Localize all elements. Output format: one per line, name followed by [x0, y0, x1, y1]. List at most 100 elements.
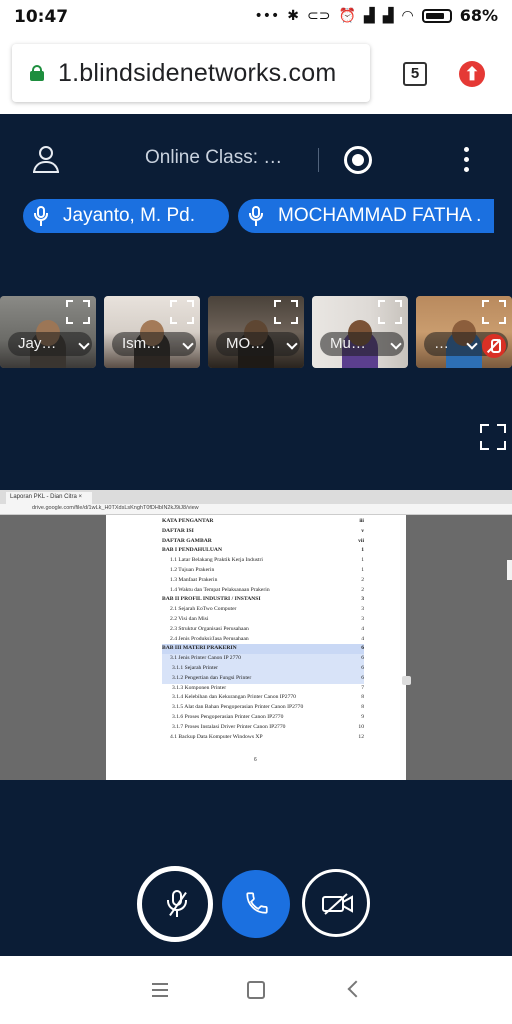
record-icon[interactable]	[344, 146, 372, 174]
alarm-icon: ⏰	[338, 7, 356, 24]
fullscreen-icon[interactable]	[482, 300, 506, 324]
toc-row: BAB III MATERI PRAKERIN 6	[162, 644, 364, 655]
toc-page: 6	[361, 645, 364, 652]
toc-page: 9	[361, 713, 364, 720]
video-tile[interactable]: Mu…	[312, 296, 408, 368]
fullscreen-icon[interactable]	[170, 300, 194, 324]
toc-row: KATA PENGANTAR iii	[162, 517, 364, 527]
toc-row: 3.1.1 Sejarah Printer 6	[162, 663, 364, 674]
more-options-icon[interactable]	[462, 147, 470, 175]
toc-page: 1	[361, 547, 364, 554]
toc-label: DAFTAR GAMBAR	[162, 537, 212, 544]
video-tile[interactable]: …	[416, 296, 512, 368]
back-icon[interactable]	[347, 980, 365, 998]
toc-page: 3	[361, 596, 364, 603]
toc-page: 6	[361, 664, 364, 671]
recent-apps-icon[interactable]	[152, 983, 168, 997]
toc-label: 2.2 Visi dan Misi	[170, 615, 209, 622]
fullscreen-icon[interactable]	[274, 300, 298, 324]
toc-row: BAB II PROFIL INDUSTRI / INSTANSI 3	[162, 595, 364, 605]
toc-row: 2.1 Sejarah EoTwo Computer 3	[162, 605, 364, 615]
toc-row: 2.4 Jenis Produksi/Jasa Perusahaan 4	[162, 635, 364, 645]
toc-row: 3.1.4 Kelebihan dan Kekurangan Printer C…	[162, 693, 364, 703]
toc-row: 1.1 Latar Belakang Praktik Kerja Industr…	[162, 556, 364, 566]
browser-toolbar: 1.blindsidenetworks.com 5 ⬆	[0, 34, 512, 114]
home-icon[interactable]	[247, 981, 265, 999]
video-tile[interactable]: Jay…	[0, 296, 96, 368]
table-of-contents: KATA PENGANTAR iii DAFTAR ISI v DAFTAR GAMBA…	[162, 517, 364, 742]
scrollbar	[507, 560, 512, 580]
page-number: 6	[254, 757, 257, 763]
toc-label: 3.1.4 Kelebihan dan Kekurangan Printer C…	[172, 694, 296, 701]
toc-row: 3.1.6 Proses Pengoperasian Printer Canon…	[162, 713, 364, 723]
toc-page: 6	[361, 674, 364, 681]
toc-label: 4.1 Backup Data Komputer Windows XP	[170, 733, 263, 740]
talker-name: Jayanto, M. Pd.	[63, 205, 196, 226]
signal-icon: ▟	[382, 7, 394, 24]
fullscreen-icon[interactable]	[378, 300, 402, 324]
talker-indicator[interactable]: MOCHAMMAD FATHA .	[238, 199, 494, 233]
mic-off-icon	[166, 890, 188, 920]
toc-page: 4	[361, 625, 364, 632]
toc-page: 1	[361, 566, 364, 573]
document-page: KATA PENGANTAR iii DAFTAR ISI v DAFTAR GAMBA…	[106, 515, 406, 780]
video-tile[interactable]: MO…	[208, 296, 304, 368]
toc-page: 6	[361, 655, 364, 662]
wifi-icon: ◠	[401, 7, 414, 24]
toc-label: 1.2 Tujuan Prakerin	[170, 566, 215, 573]
talker-indicator[interactable]: Jayanto, M. Pd.	[23, 199, 229, 233]
toc-row: 1.2 Tujuan Prakerin 1	[162, 566, 364, 576]
toc-page: 3	[361, 615, 364, 622]
mic-icon	[33, 205, 49, 227]
battery-percent: 68%	[459, 6, 498, 25]
upload-arrow-icon[interactable]: ⬆	[459, 61, 485, 87]
status-bar: 10:47 ••• ✱ ⊂⊃ ⏰ ▟ ▟ ◠ 68%	[0, 0, 512, 34]
toc-label: 3.1.3 Komponen Printer	[172, 684, 227, 691]
toc-page: iii	[359, 518, 364, 524]
talker-name: MOCHAMMAD FATHA .	[278, 205, 482, 226]
toc-page: 3	[361, 606, 364, 613]
toc-row: DAFTAR ISI v	[162, 527, 364, 537]
toc-row: 3.1.7 Proses Instalasi Driver Printer Ca…	[162, 723, 364, 733]
more-dots-icon: •••	[254, 7, 280, 24]
toggle-icon: ⊂⊃	[307, 7, 331, 24]
toc-row: DAFTAR GAMBAR vii	[162, 537, 364, 547]
fullscreen-icon[interactable]	[66, 300, 90, 324]
address-bar[interactable]: 1.blindsidenetworks.com	[12, 44, 370, 102]
camera-off-icon	[322, 893, 353, 915]
status-time: 10:47	[14, 7, 69, 27]
shared-browser-tabs: Laporan PKL - Dian Citra ×	[0, 490, 512, 504]
toc-label: 3.1 Jenis Printer Canon IP 2770	[170, 655, 241, 662]
call-controls	[0, 866, 512, 942]
toc-label: 1.4 Waktu dan Tempat Pelaksanaan Prakeri…	[170, 586, 270, 593]
presentation-fullscreen-icon[interactable]	[480, 424, 506, 450]
video-tile[interactable]: Ism…	[104, 296, 200, 368]
toc-label: BAB III MATERI PRAKERIN	[162, 645, 237, 652]
mute-button[interactable]	[137, 866, 213, 942]
toc-page: 2	[361, 576, 364, 583]
toc-label: KATA PENGANTAR	[162, 518, 214, 524]
toc-page: 8	[361, 704, 364, 711]
screenshare-area[interactable]: Laporan PKL - Dian Citra × drive.google.…	[0, 490, 512, 780]
toc-row: 3.1.3 Komponen Printer 7	[162, 684, 364, 694]
toc-page: 2	[361, 586, 364, 593]
mic-icon	[248, 205, 264, 227]
toc-page: 10	[358, 723, 364, 730]
user-list-icon[interactable]	[33, 146, 59, 174]
toc-label: 2.1 Sejarah EoTwo Computer	[170, 606, 237, 613]
toc-label: 3.1.7 Proses Instalasi Driver Printer Ca…	[172, 723, 286, 730]
signal-icon: ▟	[363, 7, 375, 24]
toc-row: 3.1.5 Alat dan Bahan Pengoperasian Print…	[162, 703, 364, 713]
toc-row: 3.1 Jenis Printer Canon IP 2770 6	[162, 654, 364, 664]
leave-audio-button[interactable]	[222, 870, 290, 938]
toc-label: 3.1.1 Sejarah Printer	[172, 664, 218, 671]
toc-label: 3.1.6 Proses Pengoperasian Printer Canon…	[172, 713, 284, 720]
camera-button[interactable]	[302, 869, 370, 937]
toc-page: 4	[361, 635, 364, 642]
toc-page: 1	[361, 557, 364, 564]
toc-row: 3.1.2 Pengertian dan Fungsi Printer 6	[162, 673, 364, 684]
tab-switcher-button[interactable]: 5	[403, 62, 427, 86]
shared-browser-tab: Laporan PKL - Dian Citra ×	[6, 492, 92, 504]
toc-row: BAB I PENDAHULUAN 1	[162, 546, 364, 556]
meeting-header: Online Class: …	[0, 114, 512, 204]
